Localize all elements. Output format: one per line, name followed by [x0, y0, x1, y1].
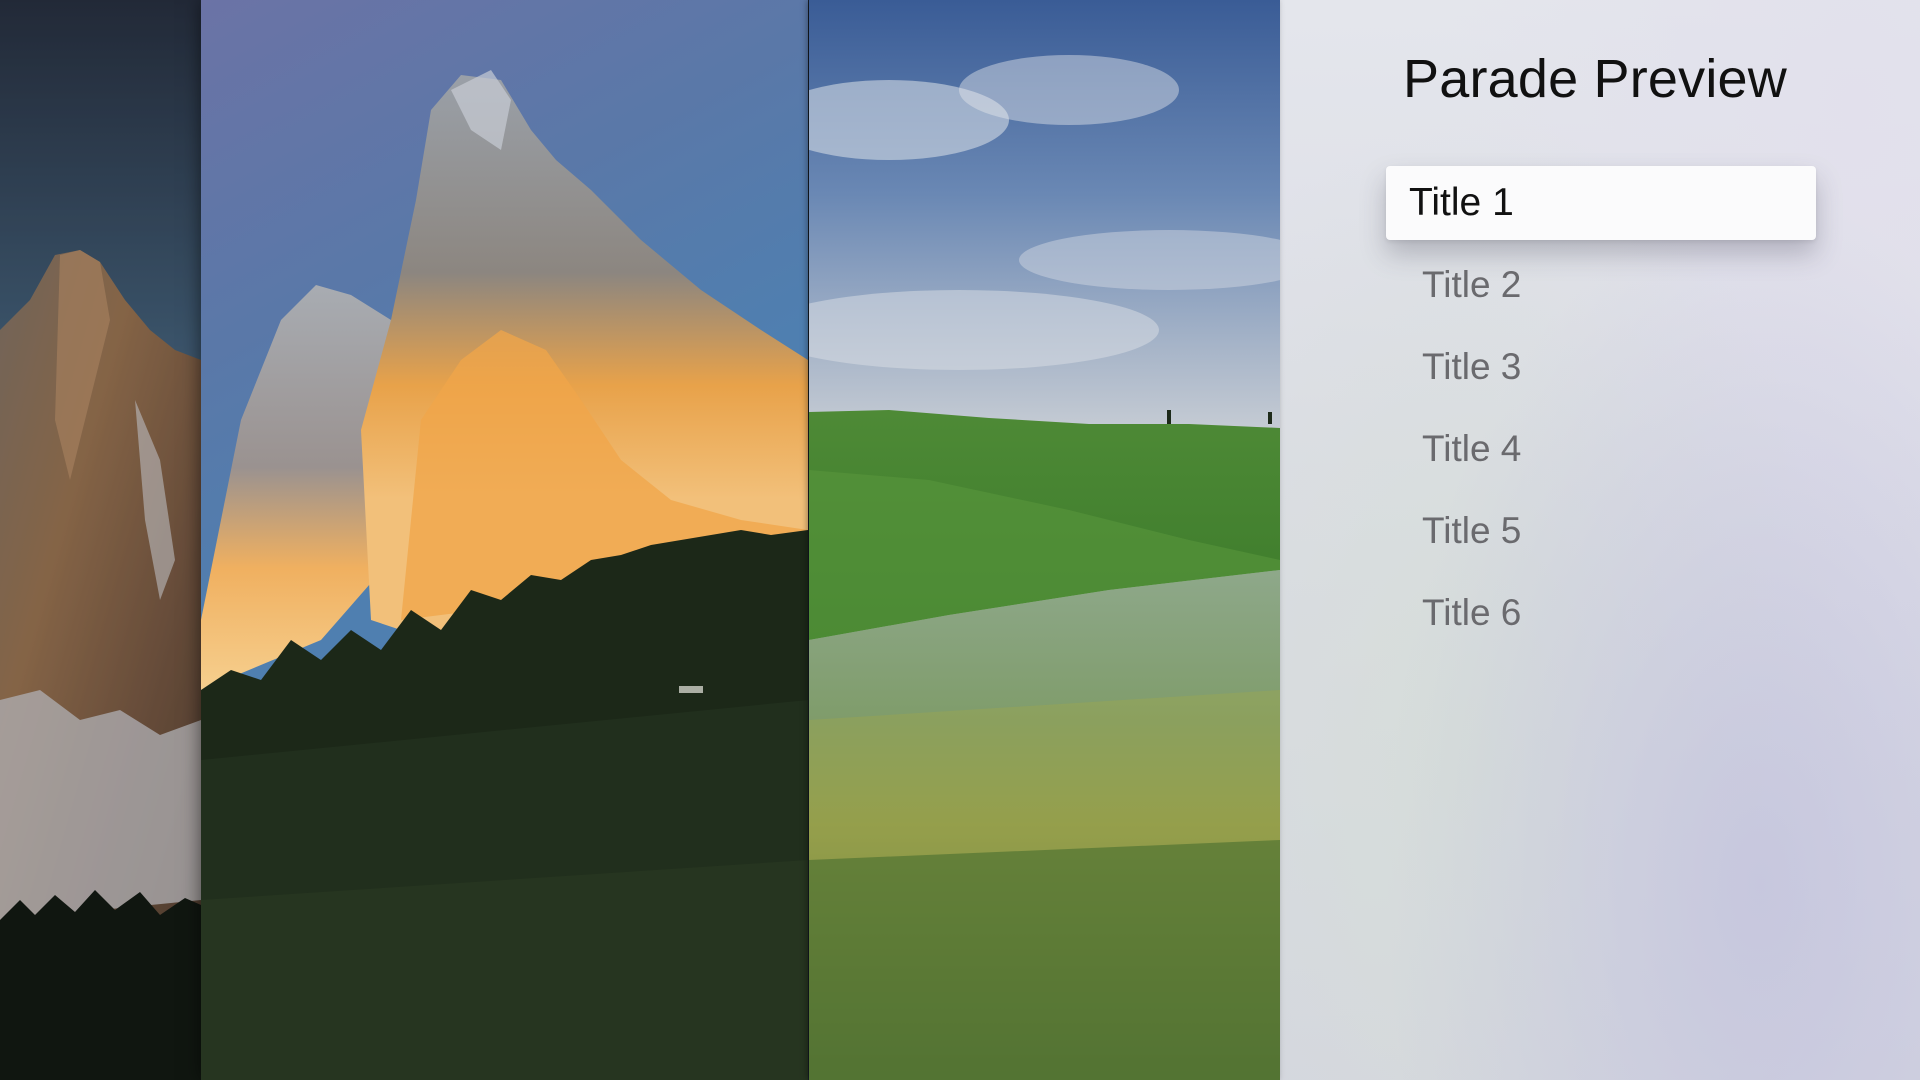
menu-item-label: Title 3 [1422, 346, 1522, 387]
menu-item-title-5[interactable]: Title 5 [1386, 494, 1816, 568]
menu-item-label: Title 6 [1422, 592, 1522, 633]
menu-item-title-2[interactable]: Title 2 [1386, 248, 1816, 322]
menu-item-title-6[interactable]: Title 6 [1386, 576, 1816, 650]
menu-item-title-4[interactable]: Title 4 [1386, 412, 1816, 486]
menu-item-label: Title 2 [1422, 264, 1522, 305]
tv-screen: Parade Preview Title 1 Title 2 Title 3 T… [0, 0, 1920, 1080]
menu-item-label: Title 5 [1422, 510, 1522, 551]
menu-item-title-1[interactable]: Title 1 [1386, 166, 1816, 240]
parade-image-mountain-peak [0, 0, 201, 1080]
menu-item-label: Title 1 [1409, 181, 1514, 224]
parade-image-sunlit-cliff [201, 0, 808, 1080]
page-title: Parade Preview [1403, 49, 1787, 109]
menu-item-title-3[interactable]: Title 3 [1386, 330, 1816, 404]
parade-preview-images [0, 0, 1280, 1080]
menu-item-label: Title 4 [1422, 428, 1522, 469]
parade-image-green-hills [809, 0, 1280, 1080]
title-menu-list: Title 1 Title 2 Title 3 Title 4 Title 5 … [1386, 166, 1816, 658]
menu-panel: Parade Preview Title 1 Title 2 Title 3 T… [1280, 0, 1920, 1080]
